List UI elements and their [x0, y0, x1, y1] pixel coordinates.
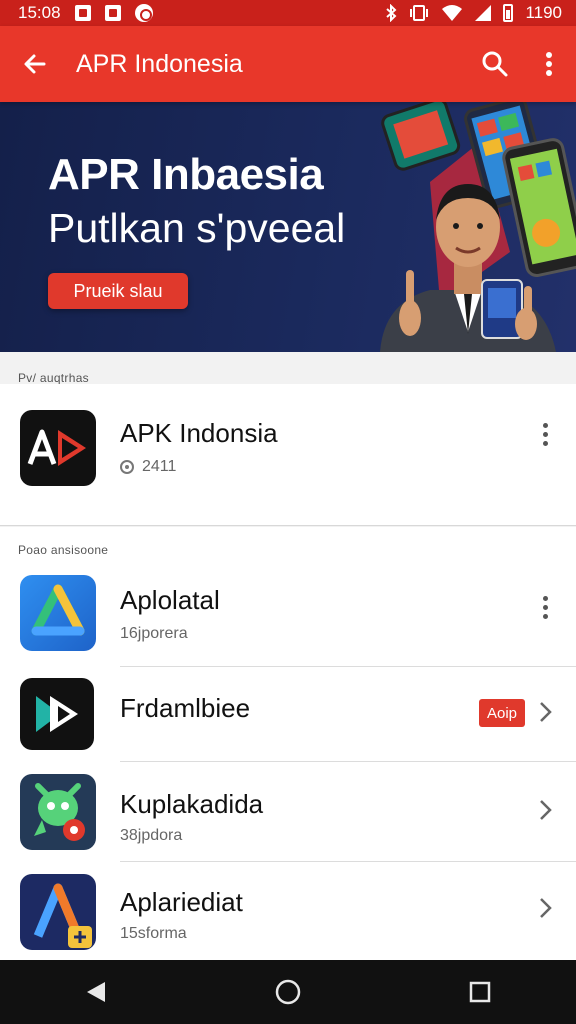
a-logo-icon	[20, 874, 96, 950]
banner-subtitle: Putlkan s'pveeal	[48, 205, 346, 251]
list-item-aplolatal[interactable]: Aplolatal 16jporera	[0, 569, 576, 665]
list-item-kuplakadida[interactable]: Kuplakadida 38jpdora	[0, 763, 576, 859]
list-item-frdamlbiee[interactable]: Frdamlbiee Aoip	[0, 667, 576, 763]
apk-logo-icon	[20, 410, 96, 486]
battery-icon	[503, 4, 514, 22]
app-name: Aplariediat	[120, 887, 243, 917]
vibrate-icon	[410, 5, 429, 21]
nav-back-button[interactable]	[56, 960, 136, 1024]
featured-more-button[interactable]	[530, 414, 560, 454]
chevron-right-icon[interactable]	[533, 893, 557, 923]
list-item-more-button[interactable]	[530, 587, 560, 627]
app-meta: 16jporera	[120, 625, 188, 642]
status-bar: 15:08 1190	[0, 0, 576, 26]
list-item-aplariediat[interactable]: Aplariediat 15sforma	[0, 863, 576, 959]
notification-icon	[104, 5, 121, 21]
app-list-card: Poao ansisoone Aplolatal 16jporera Frdam…	[0, 527, 576, 960]
featured-section-label: Pv/ auqtrhas	[18, 371, 89, 385]
chevron-right-icon[interactable]	[533, 795, 557, 825]
circle-icon	[134, 4, 153, 22]
row-divider	[120, 861, 576, 862]
app-name: Aplolatal	[120, 585, 220, 615]
page-title: APR Indonesia	[76, 49, 243, 78]
wifi-icon	[442, 5, 463, 21]
status-battery-text: 1190	[525, 3, 562, 22]
featured-app-meta: 2411	[142, 458, 177, 475]
featured-app-name: APK Indonsia	[120, 418, 278, 448]
signal-icon	[475, 5, 492, 21]
more-vert-icon	[546, 52, 552, 76]
back-triangle-icon	[87, 982, 105, 1002]
app-name: Kuplakadida	[120, 789, 264, 819]
triangle-logo-icon	[20, 575, 96, 651]
featured-card: APK Indonsia 2411	[0, 384, 576, 526]
row-divider	[120, 761, 576, 762]
home-circle-icon	[275, 979, 301, 1005]
status-time: 15:08	[18, 3, 61, 22]
app-badge: Aoip	[479, 699, 526, 727]
download-count-icon	[120, 460, 134, 474]
app-name: Frdamlbiee	[120, 693, 251, 723]
search-button[interactable]	[468, 26, 522, 102]
image-icon	[74, 5, 91, 21]
promo-banner[interactable]: APR Inbaesia Putlkan s'pveeal Prueik sla…	[0, 102, 576, 352]
play-logo-icon	[20, 678, 94, 750]
app-meta: 38jpdora	[120, 827, 183, 844]
more-options-button[interactable]	[522, 26, 576, 102]
banner-title: APR Inbaesia	[48, 150, 324, 199]
list-section-label: Poao ansisoone	[18, 543, 109, 557]
nav-recents-button[interactable]	[440, 960, 520, 1024]
chevron-right-icon[interactable]	[533, 697, 557, 727]
app-meta: 15sforma	[120, 925, 187, 942]
app-bar: APR Indonesia	[0, 26, 576, 102]
system-nav-bar	[0, 960, 576, 1024]
green-mascot-icon	[20, 774, 96, 850]
back-button[interactable]	[0, 26, 70, 102]
featured-app-row[interactable]: APK Indonsia 2411	[0, 408, 576, 504]
back-arrow-icon	[24, 54, 46, 74]
banner-cta-button[interactable]: Prueik slau	[48, 273, 188, 309]
nav-home-button[interactable]	[248, 960, 328, 1024]
bluetooth-icon	[386, 4, 397, 22]
recents-square-icon	[469, 981, 491, 1003]
search-icon	[482, 51, 508, 77]
